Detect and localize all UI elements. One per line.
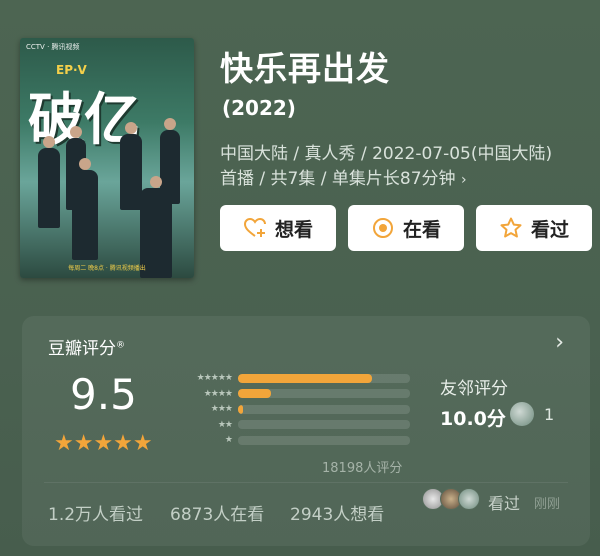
poster-episode-badge: EP·V <box>56 63 87 77</box>
meta-line-2: 首播 / 共7集 / 单集片长87分钟 › <box>220 167 590 193</box>
chevron-right-icon[interactable]: › <box>555 330 564 355</box>
histogram-row: ★★★ <box>172 403 410 415</box>
rating-card[interactable]: 豆瓣评分® › 9.5 ★★★★★ ★★★★★ ★★★★ ★★★ ★★ ★ 18198人… <box>22 316 590 546</box>
poster-image[interactable]: CCTV · 腾讯视频 EP·V 破亿 每周二 晚8点 · 腾讯视频播出 <box>20 38 194 278</box>
page-title: 快乐再出发 <box>220 49 390 88</box>
watched-label: 看过 <box>530 218 569 241</box>
star-outline-icon <box>500 217 522 238</box>
rating-score: 9.5 <box>70 370 137 419</box>
histogram-row: ★★★★ <box>172 388 410 400</box>
histogram-row: ★★ <box>172 419 410 431</box>
rating-title-text: 豆瓣评分 <box>48 339 116 359</box>
histogram-bar <box>238 404 244 414</box>
release-year: (2022) <box>222 96 296 120</box>
registered-mark: ® <box>116 340 125 351</box>
activity-label: 看过 <box>488 494 521 513</box>
meta-info[interactable]: 中国大陆 / 真人秀 / 2022-07-05(中国大陆) 首播 / 共7集 /… <box>220 142 590 193</box>
friend-avatars[interactable] <box>422 488 484 510</box>
want-count[interactable]: 2943人想看 <box>290 500 384 525</box>
watching-button[interactable]: 在看 <box>348 205 464 251</box>
histogram-bar <box>238 373 373 383</box>
rating-stars: ★★★★★ <box>54 431 153 456</box>
chevron-right-icon: › <box>460 172 467 188</box>
poster-caption: 每周二 晚8点 · 腾讯视频播出 <box>68 265 146 272</box>
meta-line-2-text: 首播 / 共7集 / 单集片长87分钟 <box>220 169 456 189</box>
watching-count[interactable]: 6873人在看 <box>170 500 264 525</box>
meta-line-1: 中国大陆 / 真人秀 / 2022-07-05(中国大陆) <box>220 144 553 164</box>
divider <box>44 482 568 483</box>
movie-detail-page: CCTV · 腾讯视频 EP·V 破亿 每周二 晚8点 · 腾讯视频播出 快乐再… <box>0 0 600 556</box>
histogram-track <box>238 435 410 445</box>
watched-count[interactable]: 1.2万人看过 <box>48 500 143 525</box>
heart-plus-icon <box>243 217 266 237</box>
histogram-star-label: ★★★★★ <box>196 373 233 383</box>
want-label: 想看 <box>274 218 313 241</box>
watched-button[interactable]: 看过 <box>476 205 592 251</box>
avatar <box>458 488 480 510</box>
friends-rating-title: 友邻评分 <box>440 379 508 399</box>
friends-rating-score: 10.0分 <box>440 408 506 430</box>
histogram-bar <box>238 389 271 398</box>
histogram-row: ★★★★★ <box>172 372 410 384</box>
poster-figure <box>120 122 142 210</box>
activity-time: 刚刚 <box>534 497 561 512</box>
histogram-star-label: ★★★★ <box>203 388 233 399</box>
poster-figure <box>72 158 98 260</box>
watching-label: 在看 <box>402 218 441 241</box>
rating-count: 18198人评分 <box>322 461 403 476</box>
avatar[interactable] <box>510 402 534 426</box>
histogram-track <box>238 404 410 414</box>
histogram-star-label: ★★★ <box>210 404 233 414</box>
friends-rating-count: 1 <box>544 405 555 424</box>
poster-logo-row: CCTV · 腾讯视频 <box>26 43 80 51</box>
histogram-star-label: ★★ <box>217 419 233 430</box>
histogram-track <box>238 420 410 429</box>
rating-title: 豆瓣评分® <box>48 334 125 359</box>
want-to-watch-button[interactable]: 想看 <box>220 205 336 251</box>
histogram-row: ★ <box>172 434 410 446</box>
histogram-star-label: ★ <box>224 435 233 445</box>
histogram-track <box>238 373 410 383</box>
watching-circle-icon <box>372 218 393 238</box>
poster-figure <box>38 136 60 228</box>
histogram-track <box>238 389 410 398</box>
